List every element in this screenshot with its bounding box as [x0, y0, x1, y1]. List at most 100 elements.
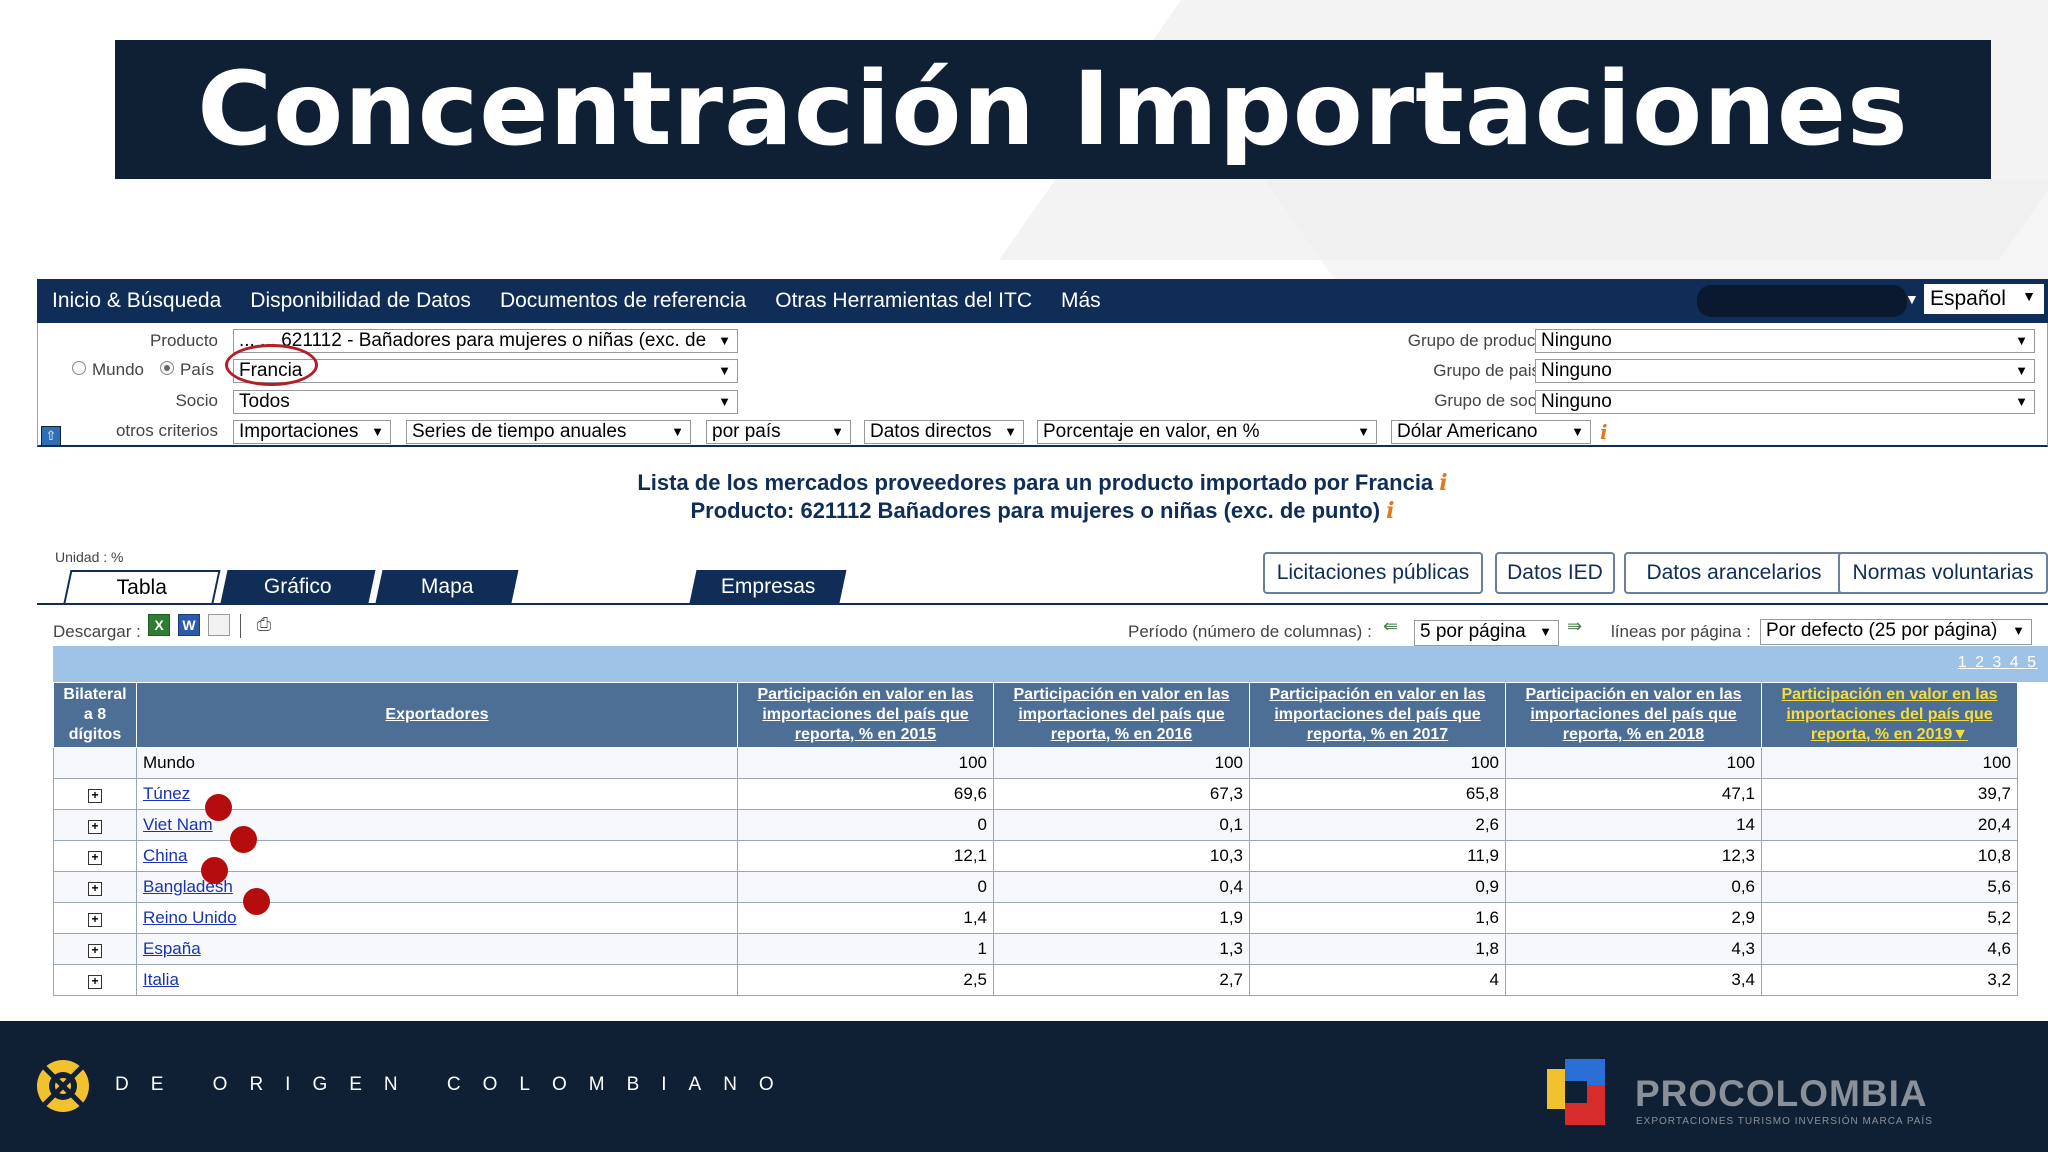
expand-icon[interactable]: + — [88, 975, 102, 989]
chevron-down-icon: ▼ — [2015, 333, 2028, 348]
info-icon[interactable]: i — [1439, 470, 1447, 496]
slide-title-banner: Concentración Importaciones — [115, 40, 1991, 179]
licitaciones-button[interactable]: Licitaciones públicas — [1263, 552, 1483, 594]
trademap-app: Inicio & Búsqueda Disponibilidad de Dato… — [37, 279, 2048, 1021]
bg-decoration-shape — [1264, 180, 2048, 280]
table-toolbar: Descargar : X W ⎙ Período (número de col… — [53, 614, 2048, 650]
word-icon[interactable]: W — [178, 614, 200, 636]
series-select[interactable]: Series de tiempo anuales ▼ — [406, 420, 691, 444]
lineas-select[interactable]: Por defecto (25 por página) ▼ — [1760, 619, 2032, 645]
socio-select[interactable]: Todos ▼ — [233, 390, 738, 414]
pais-label[interactable]: País — [180, 360, 214, 380]
tab-mapa[interactable]: Mapa — [375, 570, 519, 603]
mundo-radio[interactable] — [72, 361, 86, 375]
page-links[interactable]: 1 2 3 4 5 — [1958, 654, 2038, 672]
exporter-link[interactable]: Viet Nam — [143, 815, 213, 834]
expand-cell — [53, 747, 137, 779]
value-cell: 10,3 — [993, 840, 1250, 872]
grupo-paises-select[interactable]: Ninguno ▼ — [1535, 359, 2035, 383]
menu-disponibilidad[interactable]: Disponibilidad de Datos — [250, 289, 471, 313]
grupo-socios-select[interactable]: Ninguno ▼ — [1535, 390, 2035, 414]
print-icon[interactable]: ⎙ — [253, 614, 275, 636]
tab-tabla-label: Tabla — [116, 575, 167, 599]
exporter-link[interactable]: China — [143, 846, 187, 865]
menu-otras-herramientas[interactable]: Otras Herramientas del ITC — [775, 289, 1032, 313]
por-pais-select[interactable]: por país ▼ — [706, 420, 851, 444]
divider — [240, 614, 241, 638]
col-header-2016[interactable]: Participación en valor en las importacio… — [993, 682, 1250, 748]
tab-tabla[interactable]: Tabla — [63, 570, 221, 603]
red-marker-dot — [201, 857, 228, 884]
grupo-productos-select[interactable]: Ninguno ▼ — [1535, 329, 2035, 353]
menu-mas[interactable]: Más — [1061, 289, 1101, 313]
exporter-link[interactable]: Reino Unido — [143, 908, 237, 927]
socio-label: Socio — [175, 391, 218, 410]
table-header-row: Bilateral a 8 dígitos Exportadores Parti… — [53, 682, 2018, 748]
indicador-select[interactable]: Porcentaje en valor, en % ▼ — [1037, 420, 1377, 444]
expand-icon[interactable]: + — [88, 944, 102, 958]
expand-cell: + — [53, 964, 137, 996]
exporter-name: Mundo — [143, 753, 195, 772]
flujo-select[interactable]: Importaciones ▼ — [233, 420, 391, 444]
value-cell: 1,9 — [993, 902, 1250, 934]
value-cell: 0,9 — [1249, 871, 1506, 903]
producto-label: Producto — [149, 331, 218, 350]
lineas-value: Por defecto (25 por página) — [1766, 620, 1998, 641]
col-header-2019[interactable]: Participación en valor en las importacio… — [1761, 682, 2018, 748]
prev-period-icon[interactable]: ⇚ — [1383, 616, 1398, 637]
producto-select[interactable]: ... ... 621112 - Bañadores para mujeres … — [233, 329, 738, 353]
datos-ied-button[interactable]: Datos IED — [1495, 552, 1615, 594]
expand-icon[interactable]: + — [88, 913, 102, 927]
menu-inicio[interactable]: Inicio & Búsqueda — [52, 289, 221, 313]
menu-documentos[interactable]: Documentos de referencia — [500, 289, 746, 313]
expand-icon[interactable]: + — [88, 851, 102, 865]
exporter-link[interactable]: Túnez — [143, 784, 190, 803]
upload-icon[interactable]: ⇧ — [41, 426, 61, 446]
value-cell: 1,4 — [737, 902, 994, 934]
chevron-down-icon: ▼ — [718, 363, 731, 378]
chevron-down-icon: ▼ — [1571, 424, 1584, 439]
col-header-exportadores[interactable]: Exportadores — [136, 682, 738, 748]
expand-cell: + — [53, 871, 137, 903]
tab-grafico[interactable]: Gráfico — [220, 570, 376, 603]
datos-arancelarios-button[interactable]: Datos arancelarios — [1624, 552, 1844, 594]
info-icon[interactable]: i — [1600, 420, 1608, 444]
excel-icon[interactable]: X — [148, 614, 170, 636]
value-cell: 14 — [1505, 809, 1762, 841]
tab-empresas[interactable]: Empresas — [689, 570, 847, 603]
datos-select[interactable]: Datos directos ▼ — [864, 420, 1024, 444]
chevron-down-icon[interactable]: ▼ — [1905, 291, 1919, 307]
red-marker-dot — [230, 826, 257, 853]
col-header-2015[interactable]: Participación en valor en las importacio… — [737, 682, 994, 748]
info-icon[interactable]: i — [1386, 498, 1394, 524]
data-table: Bilateral a 8 dígitos Exportadores Parti… — [53, 682, 2018, 996]
slide-title: Concentración Importaciones — [197, 50, 1909, 169]
chevron-down-icon: ▼ — [671, 424, 684, 439]
value-cell: 100 — [993, 747, 1250, 779]
text-file-icon[interactable] — [208, 614, 230, 636]
grupo-socios-label: Grupo de socios — [1434, 391, 1558, 410]
expand-icon[interactable]: + — [88, 882, 102, 896]
chevron-down-icon: ▼ — [2015, 394, 2028, 409]
exporter-link[interactable]: Italia — [143, 970, 179, 989]
periodo-select[interactable]: 5 por página ▼ — [1414, 620, 1559, 646]
exporter-link[interactable]: España — [143, 939, 201, 958]
col-header-2018[interactable]: Participación en valor en las importacio… — [1505, 682, 1762, 748]
expand-icon[interactable]: + — [88, 820, 102, 834]
language-select[interactable]: Español ▼ — [1924, 284, 2044, 314]
chevron-down-icon: ▼ — [2012, 623, 2025, 638]
tab-empresas-label: Empresas — [720, 574, 816, 598]
datos-value: Datos directos — [870, 421, 992, 442]
pais-radio[interactable] — [160, 361, 174, 375]
col-header-2017[interactable]: Participación en valor en las importacio… — [1249, 682, 1506, 748]
moneda-select[interactable]: Dólar Americano ▼ — [1391, 420, 1591, 444]
unidad-label: Unidad : % — [55, 549, 124, 565]
redacted-user-area — [1697, 285, 1907, 317]
mundo-label[interactable]: Mundo — [92, 360, 144, 380]
table-row: + China 12,1 10,3 11,9 12,3 10,8 — [53, 840, 2018, 872]
expand-icon[interactable]: + — [88, 789, 102, 803]
next-period-icon[interactable]: ⇛ — [1567, 616, 1582, 637]
top-menubar: Inicio & Búsqueda Disponibilidad de Dato… — [37, 279, 2048, 323]
normas-voluntarias-button[interactable]: Normas voluntarias — [1838, 552, 2048, 594]
value-cell: 2,9 — [1505, 902, 1762, 934]
